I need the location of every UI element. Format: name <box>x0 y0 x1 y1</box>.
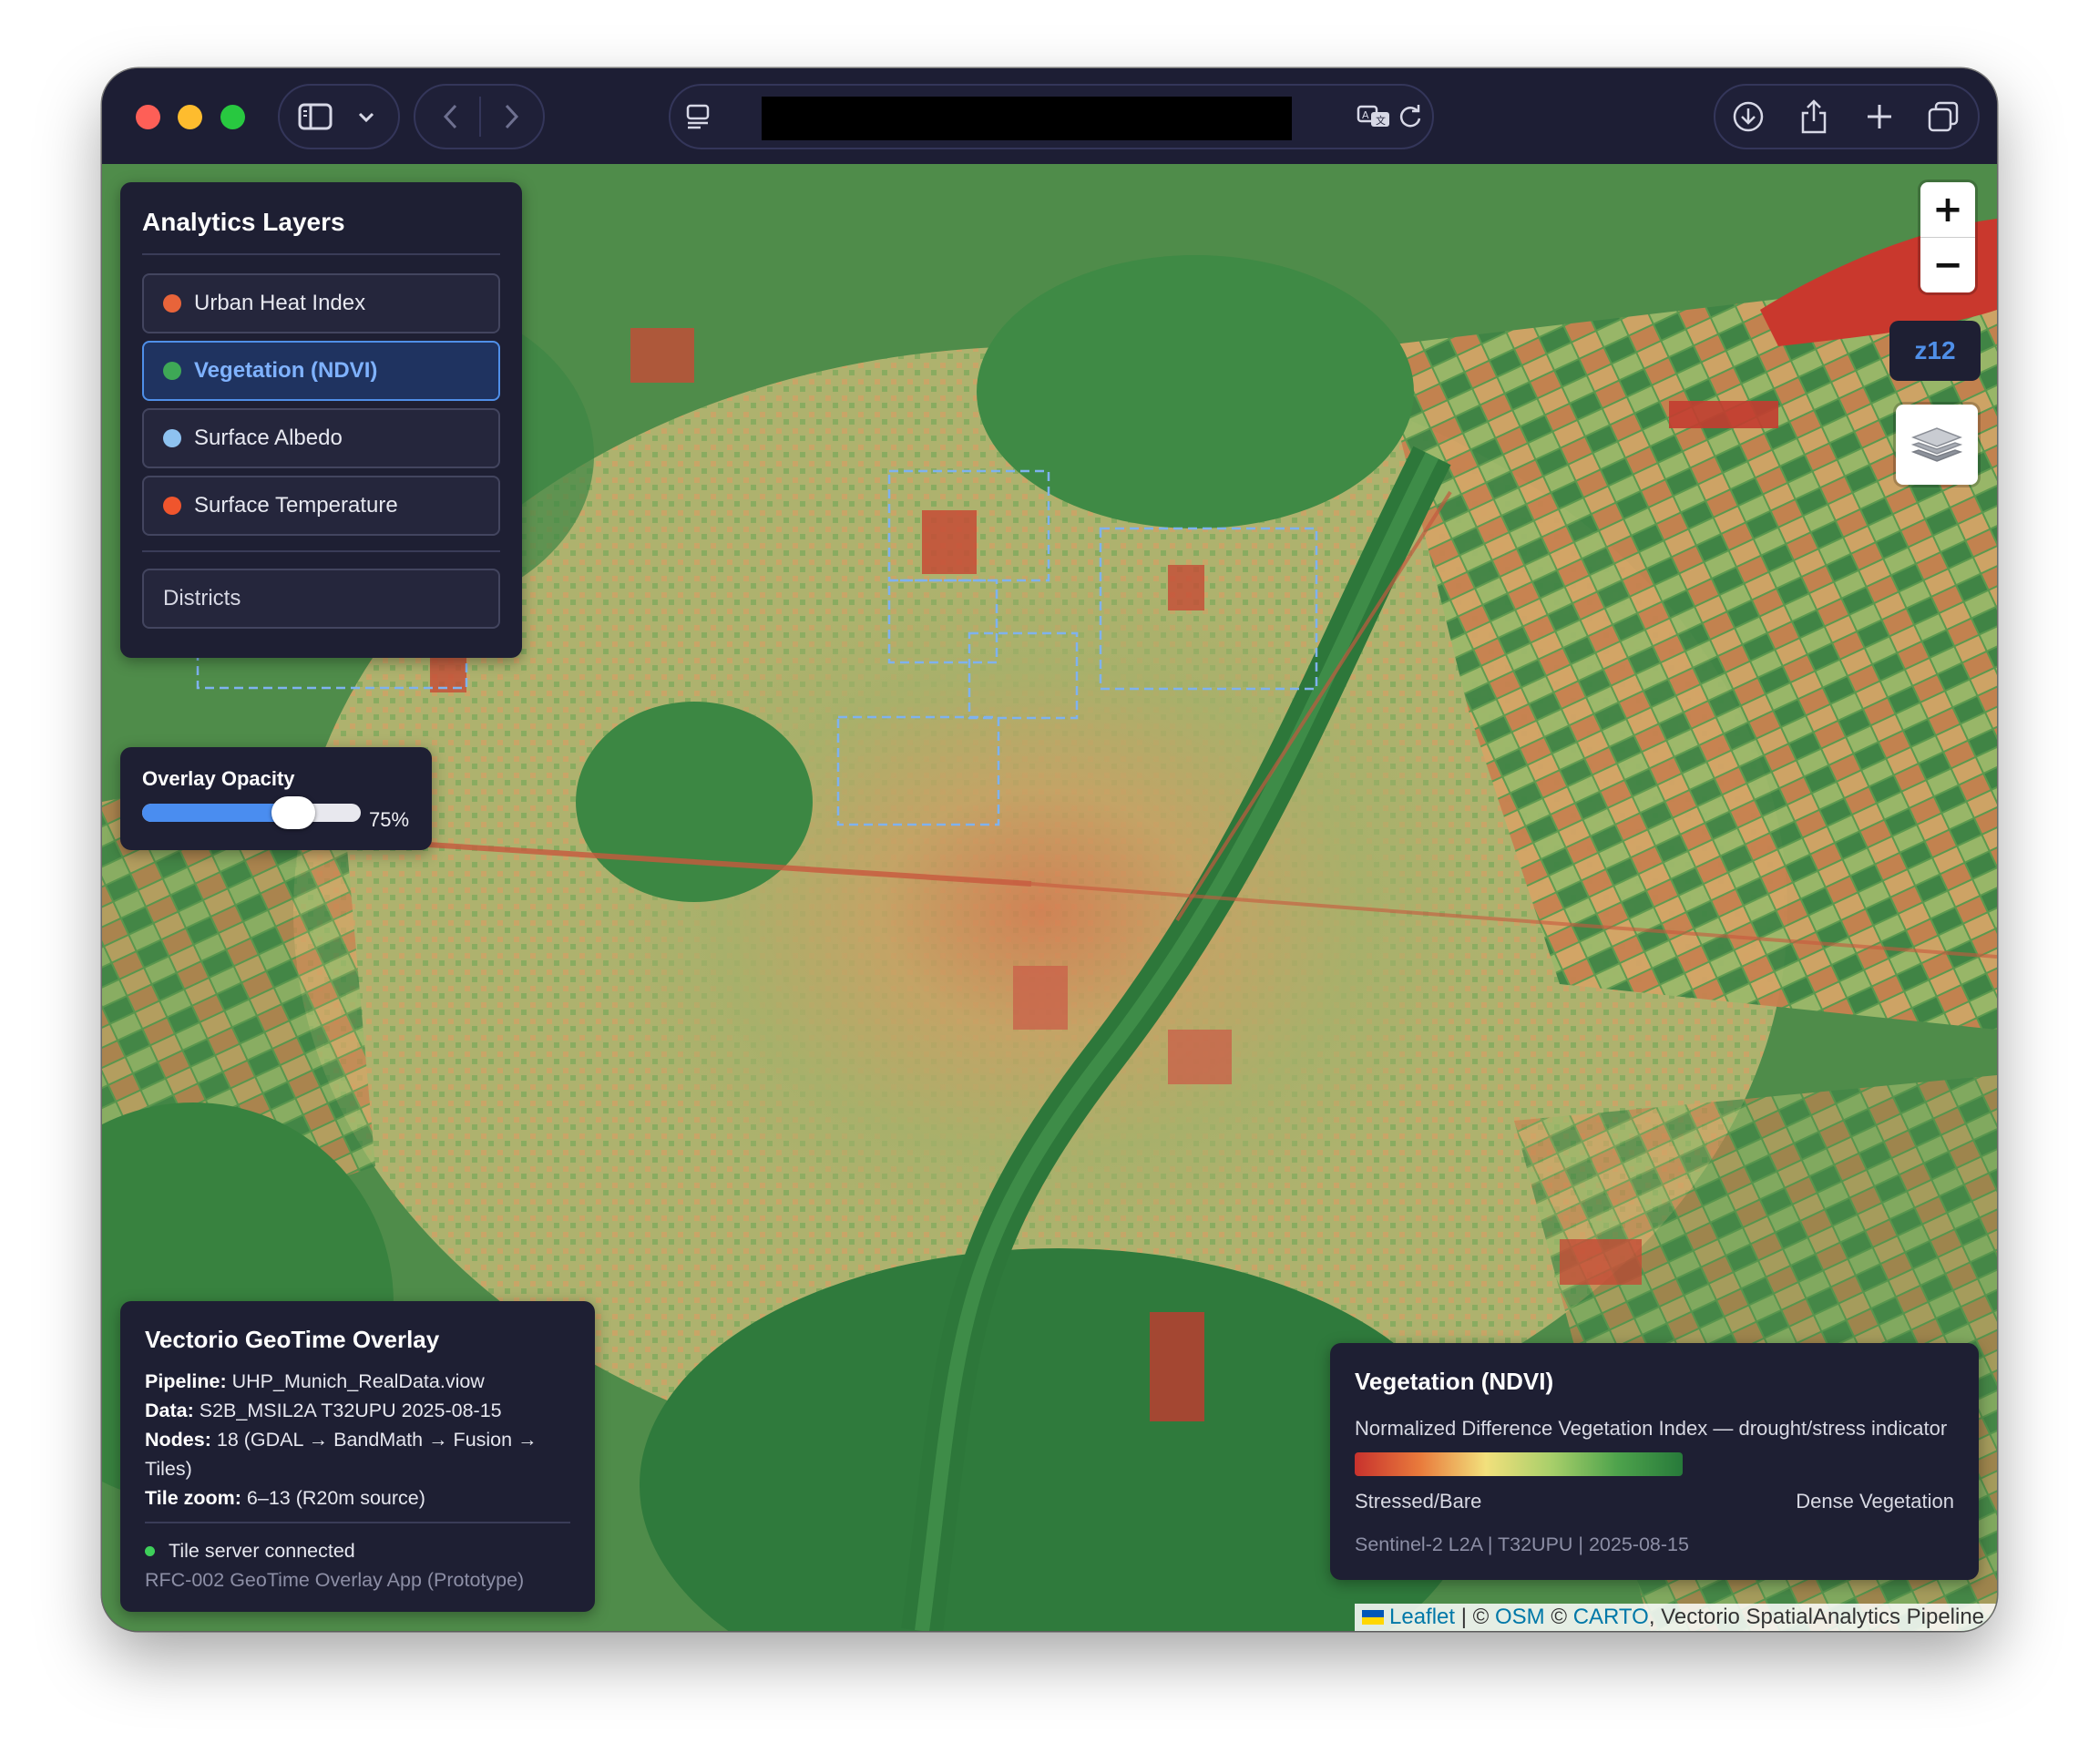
attribution-separator: © <box>1544 1605 1573 1629</box>
svg-text:A: A <box>1362 109 1369 121</box>
zoom-in-button[interactable]: + <box>1920 182 1975 237</box>
carto-link[interactable]: CARTO <box>1573 1605 1649 1630</box>
overlay-opacity-panel: Overlay Opacity 75% <box>120 747 432 850</box>
browser-window: A文 Analytics Layers Urban Heat Index Veg… <box>102 68 1997 1631</box>
new-tab-plus-icon[interactable] <box>1861 98 1898 135</box>
info-title: Vectorio GeoTime Overlay <box>145 1326 440 1353</box>
attribution-credits: , Vectorio SpatialAnalytics Pipeline <box>1648 1605 1985 1629</box>
tile-zoom-label: Tile zoom: <box>145 1487 241 1509</box>
nav-divider <box>479 97 481 137</box>
layer-button-surface-temperature[interactable]: Surface Temperature <box>142 476 500 536</box>
legend-high-label: Dense Vegetation <box>1796 1490 1954 1513</box>
legend-description: Normalized Difference Vegetation Index —… <box>1355 1417 1948 1440</box>
zoom-control: + − <box>1920 182 1975 292</box>
url-text-redacted <box>762 97 1292 140</box>
layer-button-vegetation-ndvi[interactable]: Vegetation (NDVI) <box>142 341 500 401</box>
tile-zoom-value: 6–13 (R20m source) <box>246 1487 425 1509</box>
data-label: Data: <box>145 1400 194 1421</box>
toolbar-actions-group <box>1714 84 1980 149</box>
layer-color-dot <box>163 429 181 447</box>
status-text: Tile server connected <box>169 1540 355 1562</box>
close-window-button[interactable] <box>136 105 160 129</box>
attribution-separator: | © <box>1455 1605 1495 1629</box>
sidebar-toggle-group <box>278 84 400 149</box>
history-nav-group <box>414 84 545 149</box>
zoom-level-badge: z12 <box>1889 321 1981 381</box>
pipeline-details: Pipeline: UHP_Munich_RealData.viow Data:… <box>145 1367 573 1513</box>
back-arrow-icon[interactable] <box>434 100 466 133</box>
address-bar[interactable]: A文 <box>669 84 1434 149</box>
chevron-down-icon[interactable] <box>354 106 378 129</box>
zoom-out-button[interactable]: − <box>1920 238 1975 292</box>
map-attribution: Leaflet | © OSM © CARTO , Vectorio Spati… <box>1355 1604 1997 1631</box>
analytics-layers-panel: Analytics Layers Urban Heat Index Vegeta… <box>120 182 522 658</box>
divider <box>142 253 500 255</box>
minimize-window-button[interactable] <box>178 105 202 129</box>
leaflet-link[interactable]: Leaflet <box>1389 1605 1455 1630</box>
legend-color-ramp <box>1355 1452 1683 1476</box>
districts-label: Districts <box>163 586 241 610</box>
reload-icon[interactable] <box>1394 100 1427 133</box>
layers-panel-title: Analytics Layers <box>142 208 345 236</box>
status-indicator-dot <box>145 1546 155 1556</box>
layer-button-surface-albedo[interactable]: Surface Albedo <box>142 408 500 468</box>
ndvi-legend-panel: Vegetation (NDVI) Normalized Difference … <box>1330 1343 1979 1580</box>
zoom-window-button[interactable] <box>220 105 245 129</box>
divider <box>142 550 500 552</box>
districts-toggle-button[interactable]: Districts <box>142 569 500 629</box>
layer-label: Vegetation (NDVI) <box>194 358 378 383</box>
share-icon[interactable] <box>1796 97 1832 137</box>
legend-source: Sentinel-2 L2A | T32UPU | 2025-08-15 <box>1355 1533 1689 1555</box>
svg-text:文: 文 <box>1376 114 1386 127</box>
tab-overview-icon[interactable] <box>1925 98 1961 135</box>
map-canvas[interactable]: Analytics Layers Urban Heat Index Vegeta… <box>102 164 1997 1631</box>
layers-icon <box>1910 419 1963 471</box>
nodes-label: Nodes: <box>145 1429 211 1451</box>
app-footer-text: RFC-002 GeoTime Overlay App (Prototype) <box>145 1569 525 1591</box>
reader-icon[interactable] <box>681 100 714 133</box>
osm-link[interactable]: OSM <box>1495 1605 1545 1630</box>
layer-label: Surface Albedo <box>194 426 343 450</box>
translate-icon[interactable]: A文 <box>1356 100 1392 133</box>
legend-low-label: Stressed/Bare <box>1355 1490 1482 1513</box>
opacity-value: 75% <box>369 808 410 831</box>
forward-arrow-icon[interactable] <box>496 100 528 133</box>
opacity-slider-thumb[interactable] <box>271 796 315 829</box>
layer-color-dot <box>163 497 181 515</box>
browser-toolbar: A文 <box>102 68 1997 164</box>
layer-label: Surface Temperature <box>194 493 398 518</box>
opacity-slider[interactable] <box>142 796 361 829</box>
legend-title: Vegetation (NDVI) <box>1355 1368 1554 1395</box>
connection-status: Tile server connected <box>145 1540 355 1563</box>
layer-label: Urban Heat Index <box>194 291 366 315</box>
pipeline-value: UHP_Munich_RealData.viow <box>231 1370 485 1392</box>
layer-color-dot <box>163 294 181 313</box>
app-info-panel: Vectorio GeoTime Overlay Pipeline: UHP_M… <box>120 1301 595 1612</box>
divider <box>145 1522 570 1523</box>
layer-button-urban-heat-index[interactable]: Urban Heat Index <box>142 273 500 333</box>
data-value: S2B_MSIL2A T32UPU 2025-08-15 <box>199 1400 502 1421</box>
layer-switcher-button[interactable] <box>1896 405 1978 485</box>
ukraine-flag-icon <box>1362 1610 1384 1625</box>
sidebar-icon[interactable] <box>296 98 334 135</box>
layer-color-dot <box>163 362 181 380</box>
pipeline-label: Pipeline: <box>145 1370 227 1392</box>
opacity-title: Overlay Opacity <box>142 767 295 790</box>
download-icon[interactable] <box>1730 98 1766 135</box>
